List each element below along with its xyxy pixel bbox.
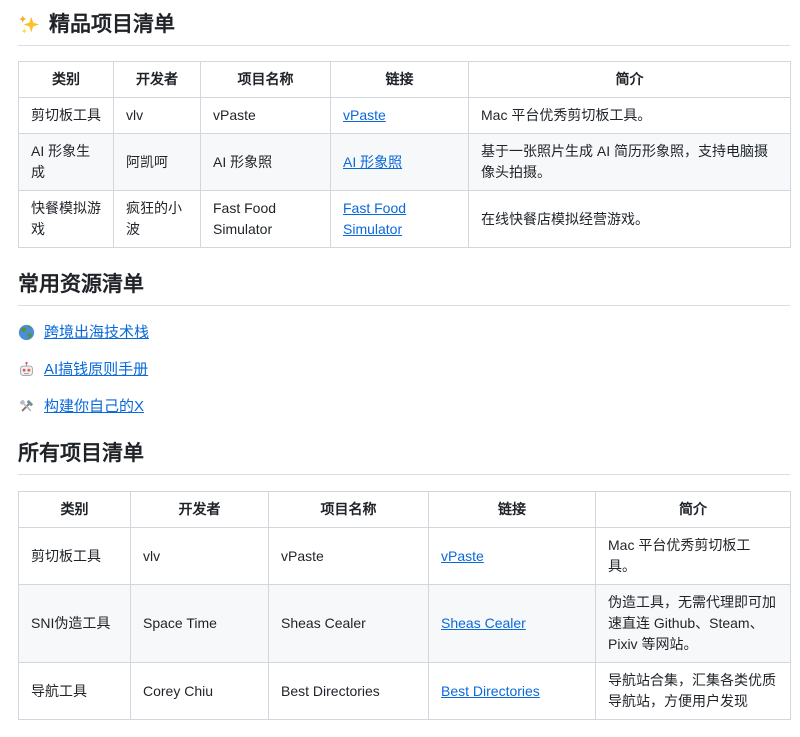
cell-category: 导航工具 bbox=[19, 663, 131, 720]
col-header-developer: 开发者 bbox=[114, 62, 201, 98]
section-heading-premium: 精品项目清单 bbox=[18, 12, 790, 46]
cell-project-name: Fast Food Simulator bbox=[201, 191, 331, 248]
table-header-row: 类别 开发者 项目名称 链接 简介 bbox=[19, 62, 791, 98]
col-header-link: 链接 bbox=[429, 492, 596, 528]
resource-list-item: 跨境出海技术栈 bbox=[18, 322, 790, 343]
cell-developer: Corey Chiu bbox=[131, 663, 269, 720]
project-link[interactable]: vPaste bbox=[441, 548, 484, 564]
resource-list-item: AI搞钱原则手册 bbox=[18, 359, 790, 380]
cell-link: vPaste bbox=[429, 528, 596, 585]
table-row: AI 形象生成 阿凯呵 AI 形象照 AI 形象照 基于一张照片生成 AI 简历… bbox=[19, 134, 791, 191]
resource-list-item: 构建你自己的X bbox=[18, 396, 790, 417]
table-row: SNI伪造工具 Space Time Sheas Cealer Sheas Ce… bbox=[19, 585, 791, 663]
table-row: 导航工具 Corey Chiu Best Directories Best Di… bbox=[19, 663, 791, 720]
globe-icon bbox=[18, 324, 35, 341]
cell-developer: vlv bbox=[131, 528, 269, 585]
table-row: 剪切板工具 vlv vPaste vPaste Mac 平台优秀剪切板工具。 bbox=[19, 98, 791, 134]
readme-document: 精品项目清单 类别 开发者 项目名称 链接 简介 剪切板工具 vlv vPast… bbox=[0, 0, 800, 720]
premium-projects-table: 类别 开发者 项目名称 链接 简介 剪切板工具 vlv vPaste vPast… bbox=[18, 61, 791, 248]
cell-link: Fast Food Simulator bbox=[331, 191, 469, 248]
col-header-name: 项目名称 bbox=[269, 492, 429, 528]
cell-developer: 阿凯呵 bbox=[114, 134, 201, 191]
cell-developer: 疯狂的小波 bbox=[114, 191, 201, 248]
heading-text: 精品项目清单 bbox=[49, 12, 175, 38]
cell-desc: 基于一张照片生成 AI 简历形象照，支持电脑摄像头拍摄。 bbox=[469, 134, 791, 191]
all-projects-table: 类别 开发者 项目名称 链接 简介 剪切板工具 vlv vPaste vPast… bbox=[18, 491, 791, 720]
tools-icon bbox=[18, 398, 35, 415]
cell-link: vPaste bbox=[331, 98, 469, 134]
resource-link[interactable]: AI搞钱原则手册 bbox=[44, 359, 148, 380]
cell-category: SNI伪造工具 bbox=[19, 585, 131, 663]
heading-text: 所有项目清单 bbox=[18, 441, 144, 467]
table-header-row: 类别 开发者 项目名称 链接 简介 bbox=[19, 492, 791, 528]
cell-link: Best Directories bbox=[429, 663, 596, 720]
table-row: 快餐模拟游戏 疯狂的小波 Fast Food Simulator Fast Fo… bbox=[19, 191, 791, 248]
cell-category: AI 形象生成 bbox=[19, 134, 114, 191]
robot-icon bbox=[18, 361, 35, 378]
cell-desc: Mac 平台优秀剪切板工具。 bbox=[596, 528, 791, 585]
cell-link: AI 形象照 bbox=[331, 134, 469, 191]
cell-desc: 导航站合集，汇集各类优质导航站，方便用户发现 bbox=[596, 663, 791, 720]
cell-project-name: Sheas Cealer bbox=[269, 585, 429, 663]
cell-desc: 在线快餐店模拟经营游戏。 bbox=[469, 191, 791, 248]
project-link[interactable]: Fast Food Simulator bbox=[343, 200, 406, 237]
heading-text: 常用资源清单 bbox=[18, 272, 144, 298]
col-header-name: 项目名称 bbox=[201, 62, 331, 98]
project-link[interactable]: Sheas Cealer bbox=[441, 615, 526, 631]
cell-desc: Mac 平台优秀剪切板工具。 bbox=[469, 98, 791, 134]
cell-project-name: vPaste bbox=[201, 98, 331, 134]
resource-link[interactable]: 跨境出海技术栈 bbox=[44, 322, 149, 343]
section-heading-resources: 常用资源清单 bbox=[18, 272, 790, 306]
cell-project-name: Best Directories bbox=[269, 663, 429, 720]
cell-developer: Space Time bbox=[131, 585, 269, 663]
cell-project-name: AI 形象照 bbox=[201, 134, 331, 191]
cell-category: 剪切板工具 bbox=[19, 528, 131, 585]
col-header-category: 类别 bbox=[19, 62, 114, 98]
col-header-desc: 简介 bbox=[469, 62, 791, 98]
cell-developer: vlv bbox=[114, 98, 201, 134]
col-header-link: 链接 bbox=[331, 62, 469, 98]
sparkles-icon bbox=[18, 14, 40, 36]
section-heading-all: 所有项目清单 bbox=[18, 441, 790, 475]
cell-category: 快餐模拟游戏 bbox=[19, 191, 114, 248]
col-header-developer: 开发者 bbox=[131, 492, 269, 528]
resource-link[interactable]: 构建你自己的X bbox=[44, 396, 144, 417]
table-row: 剪切板工具 vlv vPaste vPaste Mac 平台优秀剪切板工具。 bbox=[19, 528, 791, 585]
cell-project-name: vPaste bbox=[269, 528, 429, 585]
project-link[interactable]: AI 形象照 bbox=[343, 154, 402, 170]
cell-category: 剪切板工具 bbox=[19, 98, 114, 134]
col-header-desc: 简介 bbox=[596, 492, 791, 528]
project-link[interactable]: vPaste bbox=[343, 107, 386, 123]
col-header-category: 类别 bbox=[19, 492, 131, 528]
cell-link: Sheas Cealer bbox=[429, 585, 596, 663]
cell-desc: 伪造工具，无需代理即可加速直连 Github、Steam、Pixiv 等网站。 bbox=[596, 585, 791, 663]
project-link[interactable]: Best Directories bbox=[441, 683, 540, 699]
